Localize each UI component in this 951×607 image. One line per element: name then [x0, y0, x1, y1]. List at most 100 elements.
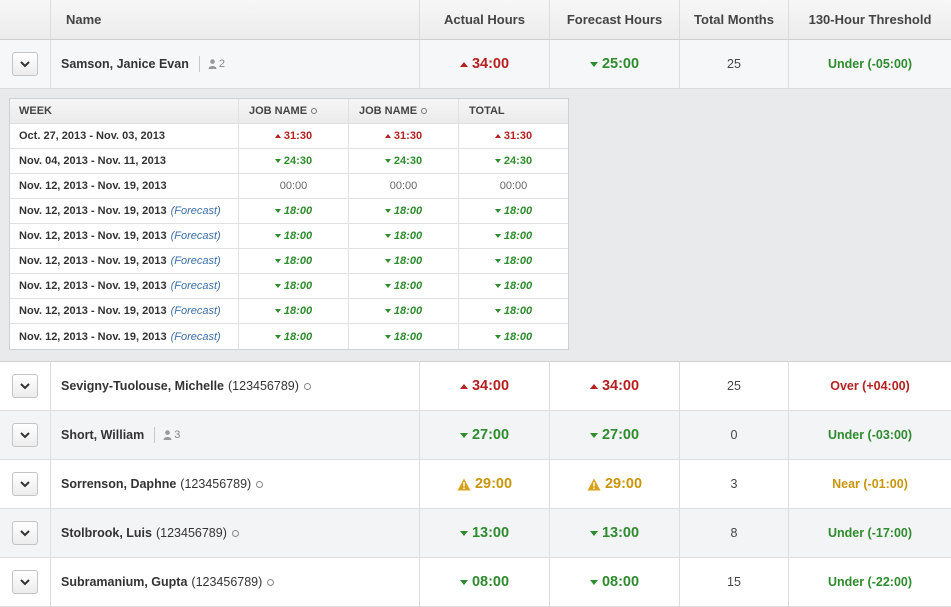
- expand-toggle-button[interactable]: [12, 570, 38, 594]
- employee-name[interactable]: Samson, Janice Evan: [61, 57, 189, 71]
- week-range: Nov. 12, 2013 - Nov. 19, 2013 (Forecast): [10, 274, 239, 298]
- down-arrow-icon: [384, 309, 391, 313]
- down-arrow-icon: [274, 234, 281, 238]
- down-arrow-icon: [459, 579, 468, 585]
- info-circle-icon[interactable]: [421, 108, 428, 114]
- job1-cell: 18:00: [239, 199, 349, 223]
- info-circle-icon[interactable]: [231, 529, 239, 537]
- header-actual-hours[interactable]: Actual Hours: [420, 0, 550, 39]
- subtable-body: Oct. 27, 2013 - Nov. 03, 2013 31:30 31:30 3…: [10, 124, 568, 349]
- job1-cell: 18:00: [239, 324, 349, 349]
- threshold-cell: Over (+04:00): [789, 362, 951, 410]
- total-cell: 18:00: [459, 224, 568, 248]
- toggle-cell: [0, 411, 51, 459]
- header-forecast-hours[interactable]: Forecast Hours: [550, 0, 680, 39]
- name-cell: Sorrenson, Daphne (123456789): [51, 460, 420, 508]
- job2-cell: 18:00: [349, 224, 459, 248]
- down-arrow-icon: [384, 334, 391, 339]
- employee-name[interactable]: Subramanium, Gupta: [61, 575, 187, 589]
- job1-cell: 00:00: [239, 174, 349, 198]
- subheader-job-name-1[interactable]: JOB NAME: [239, 99, 349, 123]
- chevron-down-icon: [20, 382, 30, 389]
- toggle-cell: [0, 509, 51, 557]
- threshold-cell: Under (-05:00): [789, 40, 951, 88]
- down-arrow-icon: [274, 209, 281, 213]
- total-value: 18:00: [494, 230, 532, 242]
- employee-id: (123456789): [191, 575, 263, 589]
- expand-toggle-button[interactable]: [12, 521, 38, 545]
- info-circle-icon[interactable]: [311, 108, 318, 114]
- total-months-cell: 3: [680, 460, 789, 508]
- total-cell: 24:30: [459, 149, 568, 173]
- info-circle-icon[interactable]: [256, 480, 264, 488]
- expand-toggle-button[interactable]: [12, 472, 38, 496]
- down-arrow-icon: [494, 209, 501, 213]
- header-threshold[interactable]: 130-Hour Threshold: [789, 0, 951, 39]
- employee-id: (123456789): [155, 526, 227, 540]
- toggle-cell: [0, 40, 51, 88]
- employee-name[interactable]: Stolbrook, Luis: [61, 526, 152, 540]
- expand-toggle-button[interactable]: [12, 52, 38, 76]
- down-arrow-icon: [494, 309, 501, 313]
- actual-hours-cell: 34:00: [420, 40, 550, 88]
- week-row: Nov. 12, 2013 - Nov. 19, 2013 (Forecast) 1…: [10, 199, 568, 224]
- employee-name[interactable]: Short, William: [61, 428, 144, 442]
- total-cell: 18:00: [459, 199, 568, 223]
- total-months-cell: 25: [680, 40, 789, 88]
- forecast-hours-value: 27:00: [589, 427, 639, 443]
- info-circle-icon[interactable]: [267, 578, 275, 586]
- down-arrow-icon: [274, 309, 281, 313]
- job1-cell: 18:00: [239, 274, 349, 298]
- week-row: Nov. 12, 2013 - Nov. 19, 2013 (Forecast) 1…: [10, 324, 568, 349]
- week-row: Nov. 12, 2013 - Nov. 19, 2013 (Forecast) 1…: [10, 249, 568, 274]
- week-row: Nov. 04, 2013 - Nov. 11, 2013 24:30 24:30 2…: [10, 149, 568, 174]
- job2-cell: 18:00: [349, 299, 459, 323]
- job1-value: 00:00: [279, 180, 308, 192]
- employee-name[interactable]: Sevigny-Tuolouse, Michelle: [61, 379, 224, 393]
- forecast-hours-cell: 13:00: [550, 509, 680, 557]
- name-cell: Subramanium, Gupta (123456789): [51, 558, 420, 606]
- job2-cell: 18:00: [349, 199, 459, 223]
- forecast-tag: (Forecast): [170, 255, 221, 267]
- threshold-cell: Under (-03:00): [789, 411, 951, 459]
- week-row: Nov. 12, 2013 - Nov. 19, 2013 (Forecast) 1…: [10, 299, 568, 324]
- total-months-cell: 8: [680, 509, 789, 557]
- header-total-months[interactable]: Total Months: [680, 0, 789, 39]
- threshold-status: Near (-01:00): [832, 477, 908, 491]
- job2-cell: 00:00: [349, 174, 459, 198]
- forecast-hours-cell: 34:00: [550, 362, 680, 410]
- header-name[interactable]: Name: [51, 0, 420, 39]
- employee-id: (123456789): [228, 379, 299, 393]
- down-arrow-icon: [494, 284, 501, 288]
- employee-row: Sevigny-Tuolouse, Michelle (123456789) 34:…: [0, 362, 951, 411]
- down-arrow-icon: [384, 284, 391, 288]
- weekly-detail-panel: WEEK JOB NAME JOB NAME TOTAL Oct. 27, 20…: [0, 89, 951, 362]
- actual-hours-value: 34:00: [459, 378, 509, 394]
- person-count-badge: 2: [208, 58, 225, 70]
- actual-hours-value: 08:00: [459, 574, 509, 590]
- forecast-tag: (Forecast): [170, 230, 221, 242]
- forecast-hours-cell: 27:00: [550, 411, 680, 459]
- chevron-down-icon: [20, 480, 30, 487]
- subheader-week[interactable]: WEEK: [10, 99, 239, 123]
- total-cell: 31:30: [459, 124, 568, 148]
- expand-toggle-button[interactable]: [12, 423, 38, 447]
- total-cell: 18:00: [459, 274, 568, 298]
- week-row: Nov. 12, 2013 - Nov. 19, 2013 (Forecast) 1…: [10, 274, 568, 299]
- person-icon: [208, 59, 217, 69]
- actual-hours-cell: 08:00: [420, 558, 550, 606]
- forecast-tag: (Forecast): [170, 305, 221, 317]
- threshold-status: Over (+04:00): [830, 379, 910, 393]
- info-circle-icon[interactable]: [303, 382, 311, 390]
- chevron-down-icon: [20, 60, 30, 67]
- week-range: Nov. 12, 2013 - Nov. 19, 2013: [10, 174, 239, 198]
- subheader-total[interactable]: TOTAL: [459, 99, 568, 123]
- employee-name[interactable]: Sorrenson, Daphne: [61, 477, 176, 491]
- week-range: Nov. 04, 2013 - Nov. 11, 2013: [10, 149, 239, 173]
- subheader-job-name-2[interactable]: JOB NAME: [349, 99, 459, 123]
- employee-row: Sorrenson, Daphne (123456789) 29:00 29:00 3 N…: [0, 460, 951, 509]
- expand-toggle-button[interactable]: [12, 374, 38, 398]
- total-months-value: 15: [727, 575, 741, 589]
- forecast-hours-value: 34:00: [589, 378, 639, 394]
- up-arrow-icon: [274, 134, 281, 138]
